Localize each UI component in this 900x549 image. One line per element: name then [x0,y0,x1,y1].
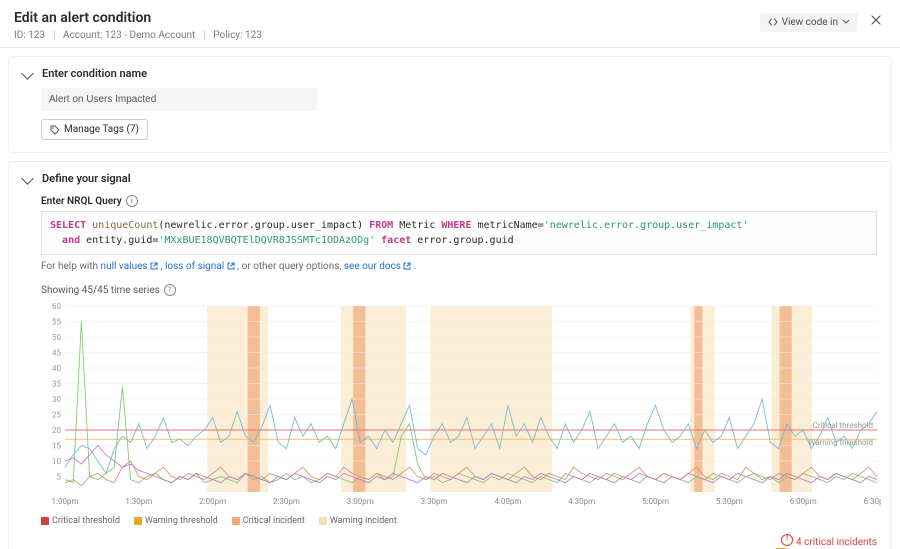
svg-text:50: 50 [52,333,61,342]
header: Edit an alert condition ID: 123 Account:… [0,0,900,48]
svg-text:2:30pm: 2:30pm [273,497,300,506]
breadcrumb-account: Account: 123 - Demo Account [63,30,195,41]
view-code-dropdown[interactable]: View code in [760,13,858,32]
external-link-icon [150,262,158,270]
legend-critical-threshold: Critical threshold [41,516,120,526]
info-icon[interactable]: i [126,195,138,207]
help-text: For help with null values , loss of sign… [41,261,877,272]
collapse-toggle[interactable] [21,172,34,185]
breadcrumb-policy: Policy: 123 [213,30,262,41]
breadcrumb: ID: 123 Account: 123 - Demo Account Poli… [14,30,262,41]
incident-summary: 4 critical incidents 4 warning incidents [41,534,877,549]
svg-text:10: 10 [52,457,61,466]
see-docs-link[interactable]: see our docs [344,261,412,272]
collapse-toggle[interactable] [21,67,34,80]
signal-chart: 5 10 15 20 25 30 35 40 45 50 55 60 1:00pm 1:30pm 2:00p… [41,300,877,510]
code-icon [768,17,778,27]
svg-text:25: 25 [52,411,61,420]
close-button[interactable] [866,10,886,34]
page-title: Edit an alert condition [14,10,262,26]
query-label: Enter NRQL Query [41,196,122,207]
svg-text:30: 30 [52,395,61,404]
alert-icon [781,534,793,546]
svg-text:3:00pm: 3:00pm [347,497,374,506]
svg-text:5:00pm: 5:00pm [642,497,669,506]
section-title: Enter condition name [42,67,147,80]
svg-text:6:30pm: 6:30pm [864,497,881,506]
warning-threshold-label: Warning threshold [808,438,873,447]
manage-tags-button[interactable]: Manage Tags (7) [41,119,148,140]
svg-text:55: 55 [52,318,61,327]
svg-text:2:00pm: 2:00pm [199,497,226,506]
condition-name-input[interactable] [41,88,317,111]
critical-threshold-label: Critical threshold [813,421,873,430]
loss-of-signal-link[interactable]: loss of signal [165,261,235,272]
svg-text:4:30pm: 4:30pm [568,497,595,506]
view-code-label: View code in [782,17,838,28]
svg-text:35: 35 [52,380,61,389]
external-link-icon [403,262,411,270]
svg-text:5: 5 [57,473,62,482]
series-count-text: Showing 45/45 time series [41,285,160,296]
chevron-down-icon [842,18,850,26]
legend-warning-incident: Warning incident [319,516,397,526]
separator [54,31,55,40]
info-icon[interactable]: ? [164,284,176,296]
svg-text:1:30pm: 1:30pm [125,497,152,506]
svg-text:6:00pm: 6:00pm [790,497,817,506]
tag-icon [50,125,60,135]
svg-text:20: 20 [52,426,61,435]
svg-text:15: 15 [52,442,61,451]
nrql-query-box[interactable]: SELECT uniqueCount(newrelic.error.group.… [41,211,877,255]
svg-text:40: 40 [52,364,61,373]
chart-svg: 5 10 15 20 25 30 35 40 45 50 55 60 1:00pm 1:30pm 2:00p… [41,300,881,510]
svg-text:1:00pm: 1:00pm [52,497,79,506]
null-values-link[interactable]: null values [101,261,158,272]
section-condition-name: Enter condition name Manage Tags (7) [8,56,892,153]
legend-warning-threshold: Warning threshold [134,516,218,526]
svg-text:60: 60 [52,302,61,311]
svg-text:5:30pm: 5:30pm [716,497,743,506]
section-define-signal: Define your signal Enter NRQL Query i SE… [8,161,892,549]
legend-critical-incident: Critical incident [232,516,305,526]
svg-text:4:00pm: 4:00pm [494,497,521,506]
svg-text:45: 45 [52,349,61,358]
close-icon [870,14,882,26]
separator [204,31,205,40]
external-link-icon [227,262,235,270]
section-title: Define your signal [42,172,131,185]
breadcrumb-id: ID: 123 [14,30,45,41]
manage-tags-label: Manage Tags (7) [64,124,139,135]
critical-incidents-count: 4 critical incidents [41,534,877,548]
chart-legend: Critical threshold Warning threshold Cri… [41,516,877,526]
svg-text:3:30pm: 3:30pm [421,497,448,506]
